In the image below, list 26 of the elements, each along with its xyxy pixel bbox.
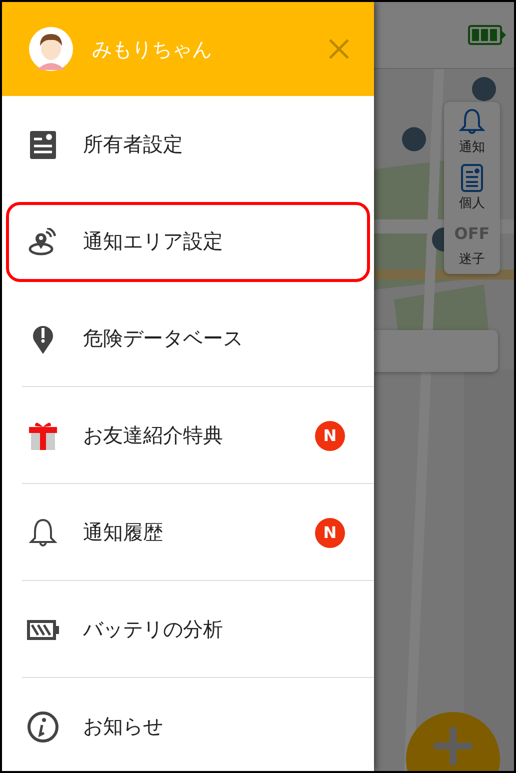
id-card-icon bbox=[30, 130, 56, 158]
gift-icon bbox=[29, 420, 57, 450]
panel-button-label[interactable]: 迷子 bbox=[459, 250, 485, 268]
menu-item[interactable]: 通知履歴 N bbox=[6, 492, 370, 572]
new-badge: N bbox=[315, 518, 345, 548]
plus-icon bbox=[433, 726, 473, 766]
user-name: みもりちゃん bbox=[92, 36, 213, 62]
bell-icon[interactable] bbox=[459, 108, 485, 136]
profile-card-icon[interactable] bbox=[461, 164, 483, 192]
panel-button-label[interactable]: 個人 bbox=[459, 194, 485, 212]
menu-item[interactable]: 所有者設定 bbox=[6, 104, 370, 184]
battery-icon bbox=[468, 25, 506, 45]
bell-icon bbox=[29, 516, 57, 548]
menu-item[interactable]: 危険データベース bbox=[6, 298, 370, 378]
info-icon bbox=[27, 710, 59, 742]
close-icon[interactable] bbox=[328, 38, 350, 60]
menu-item[interactable]: 通知エリア設定 bbox=[6, 202, 370, 282]
location-signal-icon bbox=[28, 228, 58, 256]
battery-icon bbox=[27, 620, 59, 640]
new-badge: N bbox=[315, 420, 345, 450]
menu-item[interactable]: お知らせ bbox=[6, 686, 370, 766]
panel-button-label[interactable]: 通知 bbox=[459, 138, 485, 156]
menu-item[interactable]: バッテリの分析 bbox=[6, 590, 370, 670]
warning-pin-icon bbox=[32, 324, 54, 354]
avatar-icon bbox=[28, 26, 74, 72]
menu-item[interactable]: お友達紹介特典 N bbox=[6, 396, 370, 476]
